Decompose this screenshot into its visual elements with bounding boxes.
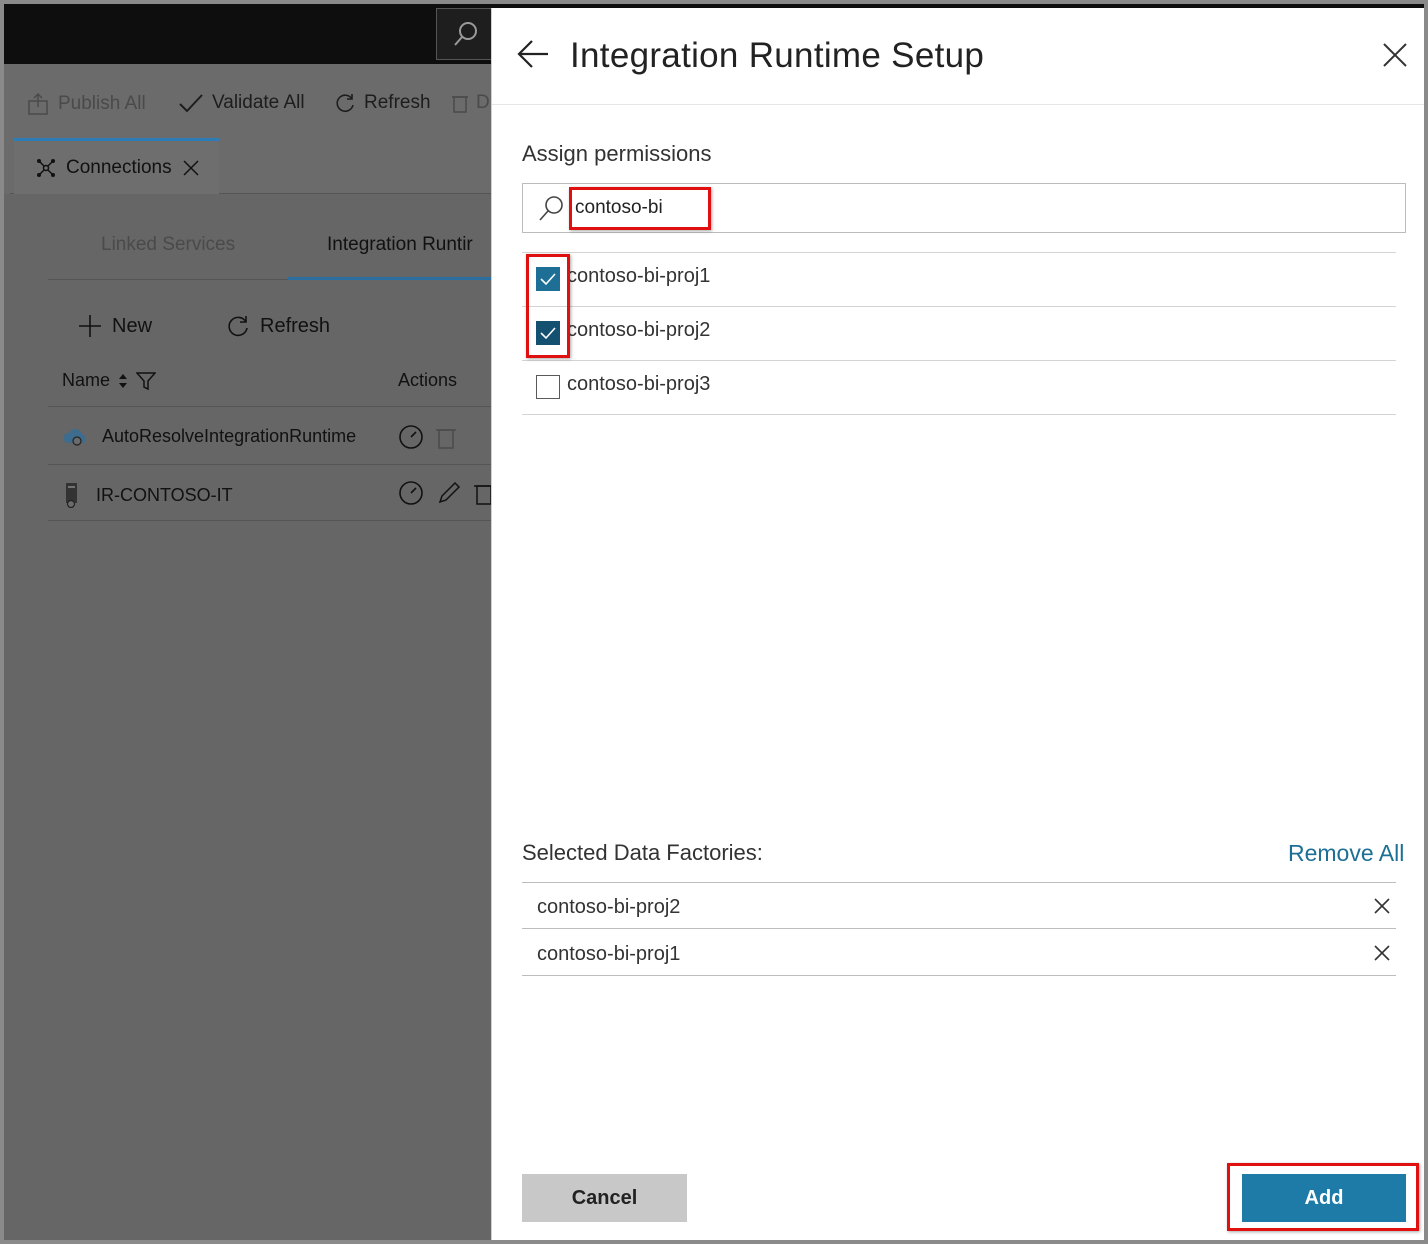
screenshot-frame: Publish All Validate All Refresh D Conne… (0, 0, 1428, 1244)
grid-divider (48, 464, 508, 465)
refresh-icon (228, 316, 248, 337)
list-item[interactable]: contoso-bi-proj2 (522, 307, 1396, 361)
new-label: New (112, 314, 153, 337)
publish-all-label: Publish All (58, 93, 146, 114)
close-tab-icon[interactable] (182, 159, 200, 177)
checkbox-checked[interactable] (536, 321, 560, 345)
remove-item-icon[interactable] (1372, 943, 1392, 963)
subtab-active-indicator (288, 277, 508, 280)
selected-divider (522, 975, 1396, 976)
remove-item-icon[interactable] (1372, 896, 1392, 916)
sort-icon (119, 373, 128, 388)
tab-connections[interactable]: Connections (14, 138, 219, 194)
factory-name: contoso-bi-proj3 (567, 373, 711, 395)
self-hosted-runtime-icon (66, 483, 77, 508)
edit-icon[interactable] (436, 480, 462, 506)
checkmark-icon (179, 94, 203, 113)
factory-search-box[interactable] (522, 183, 1406, 233)
factory-search-input[interactable] (575, 192, 1355, 224)
column-header-actions: Actions (398, 370, 458, 390)
discard-all-button[interactable]: D (452, 92, 490, 114)
validate-all-label: Validate All (212, 92, 305, 113)
table-row[interactable]: IR-CONTOSO-IT (62, 482, 233, 508)
column-header-name[interactable]: Name (62, 370, 157, 391)
integration-runtime-setup-panel: Integration Runtime Setup Assign permiss… (491, 8, 1424, 1240)
publish-all-button[interactable]: Publish All (26, 92, 146, 116)
search-icon (454, 22, 477, 46)
new-button[interactable]: New (78, 314, 152, 338)
trash-icon[interactable] (436, 425, 456, 449)
checkmark-icon (540, 327, 556, 340)
table-row[interactable]: AutoResolveIntegrationRuntime (62, 426, 356, 447)
factory-name: contoso-bi-proj2 (567, 319, 711, 341)
global-search-button[interactable] (436, 8, 496, 60)
list-item[interactable]: contoso-bi-proj3 (522, 361, 1396, 415)
checkbox-unchecked[interactable] (536, 375, 560, 399)
close-icon[interactable] (1382, 42, 1408, 68)
filter-icon[interactable] (136, 371, 157, 391)
list-item[interactable]: contoso-bi-proj1 (522, 253, 1396, 307)
grid-divider (48, 406, 508, 407)
factory-name: contoso-bi-proj1 (567, 265, 711, 287)
cancel-button[interactable]: Cancel (522, 1174, 687, 1222)
row-actions (398, 424, 456, 450)
publish-icon (28, 92, 48, 115)
back-arrow-icon[interactable] (516, 36, 552, 72)
plus-icon (79, 315, 101, 337)
toolbar-refresh-button[interactable]: Refresh (334, 92, 431, 114)
refresh-icon (336, 94, 354, 112)
list-refresh-label: Refresh (260, 314, 331, 337)
trash-icon (452, 96, 468, 113)
runtime-name[interactable]: AutoResolveIntegrationRuntime (102, 426, 356, 447)
subtab-integration-runtimes[interactable]: Integration Runtir (327, 234, 473, 256)
row-actions (398, 480, 494, 506)
tab-connections-label: Connections (66, 156, 172, 178)
toolbar-refresh-label: Refresh (364, 92, 431, 113)
column-name-label: Name (62, 370, 111, 390)
search-icon (539, 196, 563, 221)
selected-factories-label: Selected Data Factories: (522, 840, 763, 865)
cloud-runtime-icon (63, 428, 86, 446)
add-button[interactable]: Add (1242, 1174, 1406, 1222)
selected-factory-name: contoso-bi-proj1 (537, 943, 681, 965)
validate-all-button[interactable]: Validate All (178, 92, 305, 114)
selected-divider (522, 882, 1396, 883)
monitor-icon[interactable] (398, 424, 424, 450)
subtab-linked-services[interactable]: Linked Services (101, 234, 235, 256)
discard-all-label: D (476, 92, 490, 113)
connections-icon (37, 158, 55, 177)
selected-factory-name: contoso-bi-proj2 (537, 896, 681, 918)
panel-title: Integration Runtime Setup (570, 36, 985, 75)
remove-all-link[interactable]: Remove All (1288, 840, 1404, 867)
list-divider (522, 414, 1396, 415)
runtime-name[interactable]: IR-CONTOSO-IT (96, 485, 233, 506)
panel-header: Integration Runtime Setup (492, 8, 1424, 105)
list-refresh-button[interactable]: Refresh (226, 314, 330, 338)
grid-divider (48, 520, 508, 521)
checkmark-icon (540, 273, 556, 286)
assign-permissions-label: Assign permissions (522, 141, 712, 166)
checkbox-checked[interactable] (536, 267, 560, 291)
monitor-icon[interactable] (398, 480, 424, 506)
selected-divider (522, 928, 1396, 929)
